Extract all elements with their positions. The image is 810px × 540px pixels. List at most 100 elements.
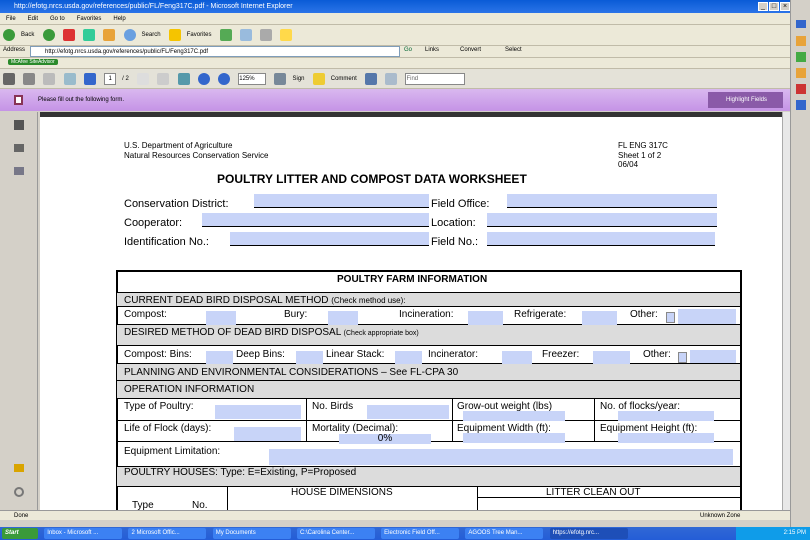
address-input[interactable]: http://efotg.nrcs.usda.gov/references/pu… — [30, 46, 400, 57]
search-button[interactable]: Search — [142, 25, 161, 45]
find-input[interactable]: Find — [405, 73, 466, 85]
save-icon[interactable] — [23, 73, 36, 85]
comments-icon[interactable] — [14, 464, 24, 472]
bookmarks-icon[interactable] — [14, 144, 24, 152]
other-input[interactable] — [678, 309, 736, 325]
notes-icon[interactable] — [280, 29, 293, 41]
equipment-limitation-input[interactable] — [269, 449, 733, 465]
highlight-fields-button[interactable]: Highlight Fields — [708, 92, 783, 108]
pages-icon[interactable] — [14, 120, 24, 130]
farm-info-heading: POULTRY FARM INFORMATION — [337, 274, 488, 285]
page-number-input[interactable]: 1 — [104, 73, 117, 85]
zoom-in-icon[interactable] — [218, 73, 231, 85]
menu-file[interactable]: File — [6, 16, 16, 22]
history-icon[interactable] — [219, 29, 232, 41]
select-tool-icon[interactable] — [137, 73, 150, 85]
siteadvisor-button[interactable]: McAfee SiteAdvisor — [8, 59, 58, 65]
fit-width-icon[interactable] — [385, 73, 398, 85]
sign-button[interactable]: Sign — [292, 69, 304, 88]
sign-icon[interactable] — [274, 73, 287, 85]
home-icon[interactable] — [103, 29, 116, 41]
fit-page-icon[interactable] — [364, 73, 377, 85]
deep-bins-checkbox[interactable] — [296, 351, 323, 365]
zoom-select[interactable]: 125% — [238, 73, 267, 85]
search-icon[interactable] — [123, 29, 136, 41]
forward-icon[interactable] — [42, 29, 55, 41]
taskbar-item[interactable]: Electronic Field Off... — [381, 528, 460, 539]
taskbar-item[interactable]: My Documents — [212, 528, 291, 539]
refresh-icon[interactable] — [83, 29, 96, 41]
back-button[interactable]: Back — [21, 25, 34, 45]
type-poultry-input[interactable] — [215, 405, 301, 419]
favorites-button[interactable]: Favorites — [187, 25, 212, 45]
taskbar-item[interactable]: C:\Carolina Center... — [296, 528, 375, 539]
location-input[interactable] — [487, 213, 717, 227]
comment-icon[interactable] — [312, 73, 325, 85]
no-column: No. — [192, 500, 208, 510]
app-icon-3[interactable] — [796, 52, 806, 62]
compost-checkbox[interactable] — [206, 311, 236, 325]
menu-goto[interactable]: Go to — [50, 16, 65, 22]
back-icon[interactable] — [3, 29, 15, 41]
life-flock-input[interactable] — [234, 427, 301, 441]
select-button[interactable]: Select — [505, 47, 522, 53]
go-button[interactable]: Go — [404, 47, 412, 53]
signatures-icon[interactable] — [14, 167, 24, 175]
app-icon-2[interactable] — [796, 36, 806, 46]
hand-tool-icon[interactable] — [157, 73, 170, 85]
app-icon-6[interactable] — [796, 100, 806, 110]
links-button[interactable]: Links — [425, 47, 439, 53]
menu-favorites[interactable]: Favorites — [77, 16, 102, 22]
next-page-icon[interactable] — [83, 73, 96, 85]
field-office-input[interactable] — [507, 194, 717, 208]
stop-icon[interactable] — [62, 29, 75, 41]
start-button[interactable]: Start — [2, 528, 38, 539]
attachments-icon[interactable] — [14, 487, 24, 497]
other-checkbox[interactable] — [666, 312, 675, 323]
maximize-button[interactable]: □ — [769, 2, 779, 11]
app-icon-1[interactable] — [796, 20, 806, 28]
cooperator-input[interactable] — [202, 213, 429, 227]
compost-bins-checkbox[interactable] — [206, 351, 233, 365]
freezer-checkbox[interactable] — [593, 351, 630, 365]
menu-edit[interactable]: Edit — [28, 16, 38, 22]
minimize-button[interactable]: _ — [758, 2, 768, 11]
label-identification: Identification No.: — [124, 236, 209, 248]
convert-button[interactable]: Convert — [460, 47, 481, 53]
taskbar-item[interactable]: AGOOS Tree Man... — [465, 528, 544, 539]
menu-help[interactable]: Help — [113, 16, 125, 22]
conservation-district-input[interactable] — [254, 194, 429, 208]
house-dimensions-heading: HOUSE DIMENSIONS — [291, 487, 393, 498]
label-life-flock: Life of Flock (days): — [124, 423, 212, 434]
form-code: FL ENG 317C — [618, 141, 668, 150]
email-icon[interactable] — [43, 73, 56, 85]
identification-input[interactable] — [230, 232, 429, 246]
favorites-icon[interactable] — [168, 29, 181, 41]
refrigerate-checkbox[interactable] — [582, 311, 617, 325]
linear-stack-checkbox[interactable] — [395, 351, 422, 365]
field-no-input[interactable] — [487, 232, 715, 246]
vertical-scrollbar[interactable] — [782, 112, 790, 510]
desired-other-input[interactable] — [690, 350, 736, 364]
zoom-out-icon[interactable] — [197, 73, 210, 85]
flocks-input[interactable] — [618, 411, 714, 421]
pdf-page: U.S. Department of Agriculture Natural R… — [40, 112, 782, 510]
taskbar-item-active[interactable]: https://efotg.nrc... — [549, 528, 628, 539]
zoom-tool-icon[interactable] — [177, 73, 190, 85]
comment-button[interactable]: Comment — [331, 69, 357, 88]
incineration-checkbox[interactable] — [468, 311, 503, 325]
bury-checkbox[interactable] — [328, 311, 358, 325]
app-icon-4[interactable] — [796, 68, 806, 78]
app-icon-5[interactable] — [796, 84, 806, 94]
close-button[interactable]: × — [780, 2, 790, 11]
growout-input[interactable] — [463, 411, 565, 421]
taskbar-item[interactable]: 2 Microsoft Offic... — [128, 528, 207, 539]
print-icon[interactable] — [260, 29, 273, 41]
no-birds-input[interactable] — [367, 405, 449, 419]
incinerator-checkbox[interactable] — [502, 351, 532, 365]
print-icon[interactable] — [3, 73, 15, 85]
mail-icon[interactable] — [239, 29, 252, 41]
prev-page-icon[interactable] — [63, 73, 76, 85]
desired-other-checkbox[interactable] — [678, 352, 687, 363]
taskbar-item[interactable]: Inbox - Microsoft ... — [44, 528, 123, 539]
